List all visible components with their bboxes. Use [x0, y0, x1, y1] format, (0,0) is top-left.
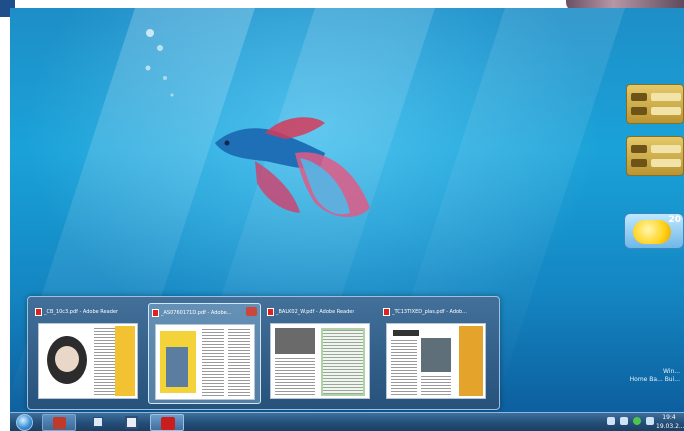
article-image — [275, 328, 315, 354]
article-heading — [393, 330, 419, 336]
taskbar-adobe-reader-button[interactable] — [150, 414, 184, 431]
photo-figure — [166, 347, 188, 387]
thumbnail-title: _BALK02_W.pdf - Adobe Reader — [267, 306, 374, 317]
window-thumbnail[interactable]: _TC13TIXED_plas.pdf - Adob... — [380, 303, 493, 404]
bubbles-icon — [145, 29, 174, 97]
text-column — [94, 328, 116, 396]
pdf-icon — [267, 307, 274, 316]
text-column — [228, 329, 250, 397]
currency-gadget[interactable] — [626, 84, 684, 124]
thumbnail-title: _AS0760171D.pdf - Adobe... — [152, 307, 257, 318]
thumbnail-page — [386, 323, 486, 399]
weather-temp: 20 — [668, 215, 681, 225]
pdf-icon — [35, 307, 42, 316]
betta-fish-icon — [215, 117, 370, 218]
currency-value — [651, 107, 681, 115]
yellow-sidebar — [115, 326, 135, 396]
thumbnail-page — [270, 323, 370, 399]
window-thumbnail-active[interactable]: _AS0760171D.pdf - Adobe... — [148, 303, 261, 404]
start-button[interactable] — [16, 414, 33, 431]
portrait-face — [55, 346, 79, 372]
taskbar-explorer-button[interactable] — [42, 414, 76, 431]
sun-icon — [633, 220, 671, 244]
currency-label — [631, 159, 647, 167]
clock[interactable]: 19:4 19.03.2... — [656, 413, 684, 431]
status-icon[interactable] — [633, 417, 641, 425]
text-column — [202, 329, 224, 397]
explorer-icon — [53, 417, 66, 429]
table-rows — [323, 330, 363, 394]
close-icon[interactable] — [246, 307, 257, 316]
save-icon — [125, 416, 138, 429]
system-tray — [607, 417, 654, 428]
thumbnail-page — [155, 324, 255, 400]
task-icon — [93, 417, 103, 427]
currency-value — [651, 145, 681, 153]
weather-gadget[interactable]: 20 — [624, 213, 684, 249]
pdf-icon — [152, 308, 159, 317]
taskbar: 19:4 19.03.2... — [10, 412, 684, 431]
thumbnail-title: _CB_10c3.pdf - Adobe Reader — [35, 306, 142, 317]
currency-value — [651, 93, 681, 101]
text-column — [275, 358, 315, 396]
currency-label — [631, 145, 647, 153]
tray-arrow-icon[interactable] — [607, 417, 615, 425]
network-icon[interactable] — [620, 417, 628, 425]
taskbar-save-button[interactable] — [118, 414, 146, 431]
orange-sidebar — [459, 326, 483, 396]
adobe-reader-icon — [161, 417, 175, 430]
taskbar-task-button[interactable] — [88, 414, 110, 431]
text-column — [421, 376, 451, 396]
article-photo — [421, 338, 451, 372]
window-thumbnail[interactable]: _BALK02_W.pdf - Adobe Reader — [264, 303, 377, 404]
currency-gadget[interactable] — [626, 136, 684, 176]
thumbnail-page — [38, 323, 138, 399]
thumbnail-title: _TC13TIXED_plas.pdf - Adob... — [383, 306, 490, 317]
taskbar-preview-panel: _CB_10c3.pdf - Adobe Reader _AS0760171D.… — [27, 296, 500, 410]
desktop-text: Win... Home Ba... Bui... — [629, 368, 680, 383]
volume-icon[interactable] — [646, 417, 654, 425]
currency-value — [651, 159, 681, 167]
window-thumbnail[interactable]: _CB_10c3.pdf - Adobe Reader — [32, 303, 145, 404]
text-column — [391, 340, 417, 396]
pdf-icon — [383, 307, 390, 316]
currency-label — [631, 107, 647, 115]
currency-label — [631, 93, 647, 101]
